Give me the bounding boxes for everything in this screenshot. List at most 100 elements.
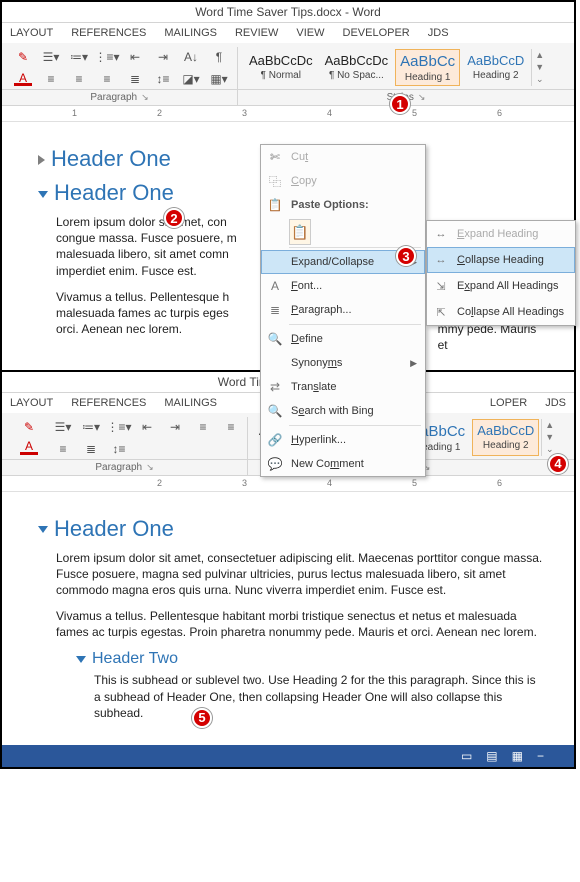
format-painter-icon[interactable]: ✎ <box>20 419 38 435</box>
sort-icon[interactable]: A↓ <box>182 49 200 65</box>
paragraph-1-full[interactable]: Lorem ipsum dolor sit amet, consectetuer… <box>56 550 544 599</box>
copy-icon: ⿻ <box>267 173 283 189</box>
ctx-hyperlink[interactable]: 🔗Hyperlink... <box>261 428 425 452</box>
paragraph-dialog-launcher-icon[interactable]: ↘ <box>141 92 149 102</box>
expand-heading-icon: ↔ <box>433 226 449 242</box>
tab-jds[interactable]: JDS <box>428 27 449 39</box>
ctx-translate[interactable]: ⇄Translate <box>261 375 425 399</box>
ruler-2[interactable]: 2 3 4 5 6 <box>2 476 574 492</box>
ctx-synonyms[interactable]: Synonyms▶ <box>261 351 425 375</box>
style-heading-2[interactable]: AaBbCcD Heading 2 <box>462 49 529 86</box>
ctx-paragraph[interactable]: ≣Paragraph... <box>261 298 425 322</box>
styles-more-icon[interactable]: ⌄ <box>546 444 554 455</box>
bullets-icon[interactable]: ☰▾ <box>42 49 60 65</box>
ctx-define[interactable]: 🔍Define <box>261 327 425 351</box>
chevron-up-icon[interactable]: ▲ <box>545 420 554 430</box>
search-icon: 🔍 <box>267 403 283 419</box>
sub-collapse-all[interactable]: ⇱Collapse All Headings <box>427 299 575 325</box>
styles-scroll[interactable]: ▲ ▼ ⌄ <box>531 49 545 86</box>
ctx-new-comment[interactable]: 💬New Comment <box>261 452 425 476</box>
callout-5: 5 <box>192 708 212 728</box>
font-color-icon[interactable]: A <box>20 441 38 455</box>
decrease-indent-icon[interactable]: ⇤ <box>126 49 144 65</box>
borders-icon[interactable]: ▦▾ <box>210 71 228 87</box>
collapse-triangle-down-icon[interactable] <box>76 656 86 663</box>
ctx-font[interactable]: AFont... <box>261 274 425 298</box>
align-right-icon[interactable]: ≡ <box>54 441 72 457</box>
style-heading-1[interactable]: AaBbCc Heading 1 <box>395 49 460 86</box>
tab-view[interactable]: VIEW <box>296 27 324 39</box>
tab-developer-cut[interactable]: LOPER <box>490 397 527 409</box>
numbering-icon[interactable]: ≔▾ <box>70 49 88 65</box>
tab-mailings[interactable]: MAILINGS <box>164 27 217 39</box>
tab-references[interactable]: REFERENCES <box>71 397 146 409</box>
sub-expand-heading: ↔Expand Heading <box>427 221 575 247</box>
collapse-triangle-right-icon[interactable] <box>38 155 45 165</box>
print-layout-icon[interactable]: ▤ <box>486 749 497 763</box>
multilevel-icon[interactable]: ⋮≡▾ <box>110 419 128 435</box>
decrease-indent-icon[interactable]: ⇤ <box>138 419 156 435</box>
styles-dialog-launcher-icon[interactable]: ↘ <box>418 92 426 102</box>
align-left-icon[interactable]: ≡ <box>194 419 212 435</box>
styles-scroll[interactable]: ▲ ▼ ⌄ <box>541 419 555 456</box>
chevron-down-icon[interactable]: ▼ <box>535 62 544 72</box>
callout-4: 4 <box>548 454 568 474</box>
shading-icon[interactable]: ◪▾ <box>182 71 200 87</box>
collapse-triangle-down-icon[interactable] <box>38 191 48 198</box>
align-left-icon[interactable]: ≡ <box>42 71 60 87</box>
show-marks-icon[interactable]: ¶ <box>210 49 228 65</box>
ribbon-tabs: LAYOUT REFERENCES MAILINGS REVIEW VIEW D… <box>2 23 574 43</box>
justify-icon[interactable]: ≣ <box>126 71 144 87</box>
line-spacing-icon[interactable]: ↕≡ <box>154 71 172 87</box>
collapse-triangle-down-icon[interactable] <box>38 526 48 533</box>
style-normal[interactable]: AaBbCcDc ¶ Normal <box>244 49 318 86</box>
bullets-icon[interactable]: ☰▾ <box>54 419 72 435</box>
align-right-icon[interactable]: ≡ <box>98 71 116 87</box>
multilevel-icon[interactable]: ⋮≡▾ <box>98 49 116 65</box>
justify-icon[interactable]: ≣ <box>82 441 100 457</box>
heading-1-expanded[interactable]: Header One <box>38 516 544 542</box>
ctx-paste-options: 📋Paste Options: <box>261 193 425 217</box>
tab-layout[interactable]: LAYOUT <box>10 27 53 39</box>
tab-mailings[interactable]: MAILINGS <box>164 397 217 409</box>
tab-jds[interactable]: JDS <box>545 397 566 409</box>
web-layout-icon[interactable]: ▦ <box>512 749 523 763</box>
ruler[interactable]: 1 2 3 4 5 6 <box>2 106 574 122</box>
zoom-out-icon[interactable]: − <box>537 749 544 763</box>
tab-developer[interactable]: DEVELOPER <box>343 27 410 39</box>
style-no-spacing[interactable]: AaBbCcDc ¶ No Spac... <box>320 49 394 86</box>
line-spacing-icon[interactable]: ↕≡ <box>110 441 128 457</box>
expand-all-icon: ⇲ <box>433 278 449 294</box>
paste-keep-source-button[interactable]: 📋 <box>289 219 311 245</box>
chevron-right-icon: ▶ <box>410 358 417 369</box>
increase-indent-icon[interactable]: ⇥ <box>154 49 172 65</box>
styles-more-icon[interactable]: ⌄ <box>536 74 544 85</box>
paragraph-3[interactable]: This is subhead or sublevel two. Use Hea… <box>94 672 544 721</box>
align-center-icon[interactable]: ≡ <box>70 71 88 87</box>
font-color-icon[interactable]: A <box>14 72 32 86</box>
sub-expand-all[interactable]: ⇲Expand All Headings <box>427 273 575 299</box>
paste-icon: 📋 <box>267 197 283 213</box>
clipboard-icon: 📋 <box>291 224 308 241</box>
chevron-down-icon[interactable]: ▼ <box>545 432 554 442</box>
document-area-2[interactable]: Header One Lorem ipsum dolor sit amet, c… <box>2 492 574 746</box>
ctx-copy: ⿻Copy <box>261 169 425 193</box>
sub-collapse-heading[interactable]: ↔Collapse Heading <box>427 247 575 273</box>
increase-indent-icon[interactable]: ⇥ <box>166 419 184 435</box>
tab-layout[interactable]: LAYOUT <box>10 397 53 409</box>
heading-2[interactable]: Header Two <box>76 650 544 668</box>
paragraph-group: ✎ A <box>8 417 48 459</box>
align-center-icon[interactable]: ≡ <box>222 419 240 435</box>
hyperlink-icon: 🔗 <box>267 432 283 448</box>
paragraph-dialog-launcher-icon[interactable]: ↘ <box>146 462 154 472</box>
paragraph-2-left[interactable]: Vivamus a tellus. Pellentesque h malesua… <box>56 289 278 354</box>
format-painter-icon[interactable]: ✎ <box>14 49 32 65</box>
read-mode-icon[interactable]: ▭ <box>461 749 472 763</box>
ctx-search-bing[interactable]: 🔍Search with Bing <box>261 399 425 423</box>
style-heading-2[interactable]: AaBbCcD Heading 2 <box>472 419 539 456</box>
chevron-up-icon[interactable]: ▲ <box>535 50 544 60</box>
numbering-icon[interactable]: ≔▾ <box>82 419 100 435</box>
paragraph-2-full[interactable]: Vivamus a tellus. Pellentesque habitant … <box>56 608 544 640</box>
tab-references[interactable]: REFERENCES <box>71 27 146 39</box>
tab-review[interactable]: REVIEW <box>235 27 278 39</box>
